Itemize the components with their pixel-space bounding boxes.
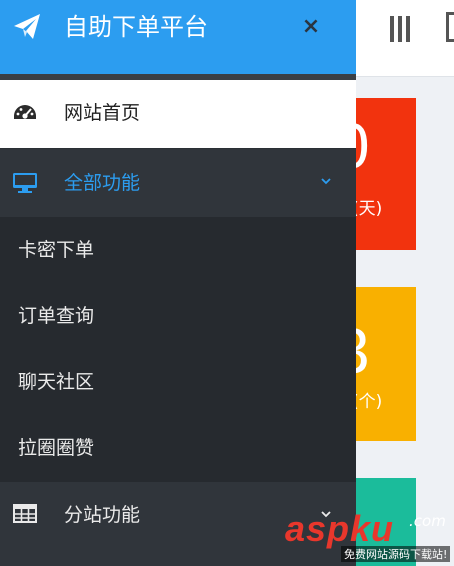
watermark-domain: .com (409, 512, 446, 530)
submenu-item-card-order[interactable]: 卡密下单 (18, 235, 94, 265)
stat-card-count: 3 (个) (356, 287, 416, 441)
brand-title: 自助下单平台 (64, 13, 208, 41)
desktop-monitor-icon (13, 173, 37, 193)
top-header-bar (356, 0, 454, 77)
submenu-item-chat-community[interactable]: 聊天社区 (18, 367, 94, 397)
chevron-down-icon[interactable] (320, 175, 332, 187)
header-partial-glyph (446, 12, 454, 42)
stat-value: 3 (356, 313, 370, 389)
submenu-item-order-query[interactable]: 订单查询 (18, 301, 94, 331)
stat-card-days: 0 (天) (356, 98, 416, 250)
submenu-item-circle-likes[interactable]: 拉圈圈赞 (18, 433, 94, 463)
watermark: aspku .com 免费网站源码下载站! (285, 508, 454, 566)
hamburger-menu-icon[interactable] (390, 16, 414, 42)
close-sidebar-button[interactable]: × (300, 14, 322, 40)
watermark-tagline: 免费网站源码下载站! (341, 546, 451, 562)
sidebar: 自助下单平台 × 网站首页 全部功能 卡密下单 订单查询 聊天社区 拉圈圈赞 分… (0, 0, 356, 566)
sidebar-item-label: 全部功能 (64, 172, 141, 194)
paper-plane-icon (14, 14, 40, 39)
table-grid-icon (13, 504, 37, 523)
watermark-brand: aspku (285, 508, 395, 549)
sidebar-item-all-functions[interactable]: 全部功能 (0, 149, 356, 217)
sidebar-item-label: 网站首页 (64, 102, 141, 124)
submenu-all-functions: 卡密下单 订单查询 聊天社区 拉圈圈赞 (0, 217, 356, 482)
sidebar-brand: 自助下单平台 × (0, 0, 356, 74)
dashboard-gauge-icon (14, 105, 36, 119)
stat-unit: (个) (356, 392, 383, 412)
sidebar-item-label: 分站功能 (64, 504, 141, 526)
sidebar-item-home[interactable]: 网站首页 (0, 80, 356, 148)
stat-unit: (天) (356, 199, 383, 219)
stat-value: 0 (356, 108, 370, 184)
